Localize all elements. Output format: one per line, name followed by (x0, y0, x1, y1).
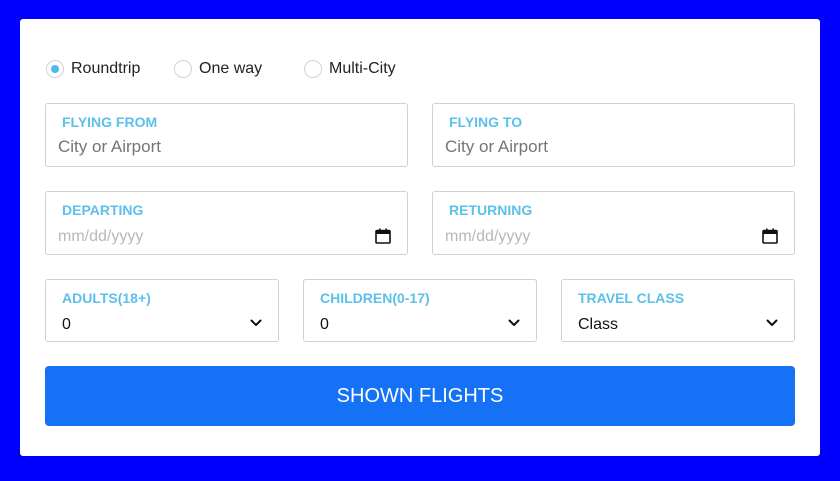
calendar-icon[interactable] (762, 228, 778, 244)
flying-to-label: FLYING TO (449, 114, 523, 130)
chevron-down-icon (250, 319, 262, 326)
departing-label: DEPARTING (62, 202, 144, 218)
adults-select[interactable]: ADULTS(18+) 0 (45, 279, 279, 342)
roundtrip-label: Roundtrip (71, 60, 141, 77)
travel-class-value: Class (578, 316, 619, 333)
adults-value: 0 (62, 316, 71, 333)
departing-date-input[interactable]: mm/dd/yyyy (58, 228, 395, 246)
travel-class-select[interactable]: TRAVEL CLASS Class (561, 279, 795, 342)
flying-from-field[interactable]: FLYING FROM (45, 103, 408, 167)
returning-date-input[interactable]: mm/dd/yyyy (445, 228, 782, 246)
departing-field[interactable]: DEPARTING mm/dd/yyyy (45, 191, 408, 255)
multi-city-label: Multi-City (329, 60, 396, 77)
trip-type-one-way[interactable]: One way (174, 58, 262, 80)
travel-class-label: TRAVEL CLASS (578, 290, 685, 306)
trip-type-group: Roundtrip One way Multi-City (46, 58, 466, 80)
children-value: 0 (320, 316, 329, 333)
flying-from-label: FLYING FROM (62, 114, 158, 130)
show-flights-button[interactable]: SHOWN FLIGHTS (45, 366, 795, 426)
calendar-icon[interactable] (375, 228, 391, 244)
returning-label: RETURNING (449, 202, 533, 218)
flight-search-card: Roundtrip One way Multi-City FLYING FROM… (20, 19, 820, 456)
chevron-down-icon (766, 319, 778, 326)
one-way-radio[interactable] (174, 60, 192, 78)
trip-type-roundtrip[interactable]: Roundtrip (46, 58, 140, 80)
flying-to-field[interactable]: FLYING TO (432, 103, 795, 167)
roundtrip-radio[interactable] (46, 60, 64, 78)
multi-city-radio[interactable] (304, 60, 322, 78)
returning-field[interactable]: RETURNING mm/dd/yyyy (432, 191, 795, 255)
one-way-label: One way (199, 60, 263, 77)
flying-to-input[interactable] (445, 137, 782, 157)
trip-type-multi-city[interactable]: Multi-City (304, 58, 396, 80)
chevron-down-icon (508, 319, 520, 326)
children-select[interactable]: CHILDREN(0-17) 0 (303, 279, 537, 342)
flying-from-input[interactable] (58, 137, 395, 157)
adults-label: ADULTS(18+) (62, 290, 151, 306)
children-label: CHILDREN(0-17) (320, 290, 430, 306)
